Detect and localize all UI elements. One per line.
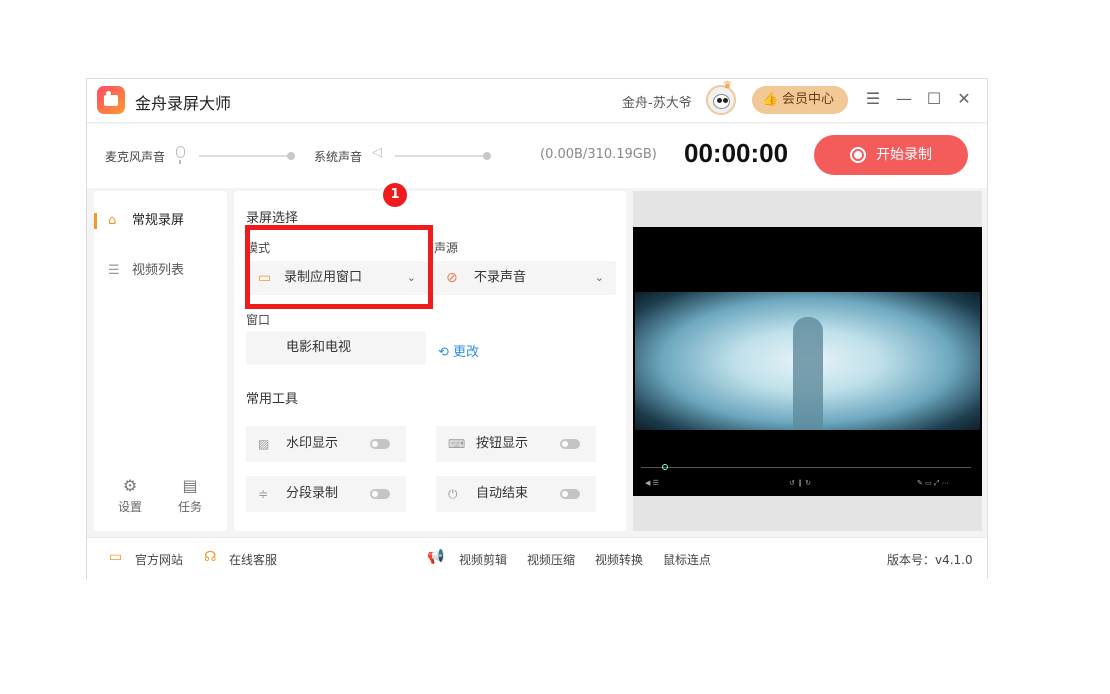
watermark-icon: ▨ [258, 437, 270, 451]
storage-info: (0.00B/310.19GB) [540, 147, 657, 162]
megaphone-icon: 📢 [427, 549, 445, 565]
mic-volume-slider[interactable] [199, 155, 291, 157]
settings-label: 设置 [117, 500, 142, 514]
window-label: 窗口 [246, 313, 271, 327]
tasks-button[interactable]: ▤ 任务 [170, 476, 210, 515]
minimize-button[interactable]: — [894, 89, 914, 109]
system-volume-label: 系统声音 [314, 150, 363, 164]
headset-icon: ☊ [204, 549, 217, 565]
audio-source-select[interactable]: ⊘ 不录声音 ⌄ [434, 261, 616, 295]
tool-auto-stop[interactable]: ⏻ 自动结束 [436, 476, 596, 512]
audio-source-label: 声源 [434, 241, 459, 255]
sidebar-item-label: 常规录屏 [132, 213, 185, 228]
vip-center-button[interactable]: 👍 会员中心 [752, 86, 848, 114]
close-button[interactable]: ✕ [954, 89, 974, 109]
footer-link-video-convert[interactable]: 视频转换 [595, 551, 643, 568]
tool-segment-record[interactable]: ≑ 分段录制 [246, 476, 406, 512]
vip-center-label: 会员中心 [782, 92, 835, 107]
change-label: 更改 [453, 345, 480, 360]
video-preview[interactable]: ◀ ☰ ↺ ❙ ↻ ✎ ▭ ⤢ ⋯ [633, 227, 982, 496]
record-timer: 00:00:00 [684, 138, 789, 168]
speaker-icon[interactable]: ◁ [372, 146, 386, 160]
crown-icon: ♛ [723, 80, 732, 91]
system-volume-handle[interactable] [483, 152, 491, 160]
list-icon: ☰ [108, 263, 120, 278]
video-progress-bar[interactable] [641, 467, 971, 468]
segment-icon: ≑ [258, 487, 269, 501]
video-frame-image [635, 292, 980, 430]
gear-icon: ⚙ [122, 476, 138, 495]
thumbs-up-icon: 👍 [762, 92, 779, 107]
sidebar: ⌂ 常规录屏 ☰ 视频列表 ⚙ 设置 ▤ 任务 [94, 191, 227, 531]
app-title: 金舟录屏大师 [135, 94, 232, 113]
avatar-eye [717, 98, 722, 103]
avatar-eye [723, 98, 728, 103]
section-title-tools: 常用工具 [246, 392, 299, 407]
footer-bar: ▭ 官方网站 ☊ 在线客服 📢 视频剪辑 视频压缩 视频转换 鼠标连点 版本号：… [87, 537, 987, 579]
refresh-icon: ⟲ [438, 345, 449, 360]
system-volume-slider[interactable] [395, 155, 487, 157]
sidebar-item-video-list[interactable]: ☰ 视频列表 [94, 253, 227, 289]
camera-icon: ⌂ [108, 213, 117, 228]
change-window-link[interactable]: ⟲ 更改 [438, 341, 479, 360]
keyboard-icon: ⌨ [448, 437, 466, 451]
silhouette-figure [793, 317, 823, 429]
volume-icon[interactable]: ◀ ☰ [645, 479, 659, 487]
record-icon [850, 147, 866, 163]
video-tools-icon[interactable]: ✎ ▭ ⤢ ⋯ [917, 479, 949, 488]
sidebar-item-label: 视频列表 [132, 263, 185, 278]
version-label: 版本号：v4.1.0 [887, 553, 973, 567]
tool-key-display[interactable]: ⌨ 按钮显示 [436, 426, 596, 462]
footer-link-auto-clicker[interactable]: 鼠标连点 [663, 551, 711, 568]
annotation-badge: 1 [383, 183, 407, 207]
maximize-button[interactable]: ☐ [924, 89, 944, 109]
tool-label: 分段录制 [286, 486, 339, 501]
watermark-toggle[interactable] [370, 439, 390, 449]
segment-record-toggle[interactable] [370, 489, 390, 499]
official-website-link[interactable]: 官方网站 [135, 551, 183, 568]
tool-label: 按钮显示 [476, 436, 529, 451]
sidebar-item-normal-record[interactable]: ⌂ 常规录屏 [94, 203, 227, 239]
chevron-down-icon: ⌄ [594, 271, 604, 284]
start-record-button[interactable]: 开始录制 [814, 135, 968, 175]
footer-link-video-compress[interactable]: 视频压缩 [527, 551, 575, 568]
microphone-icon[interactable] [176, 146, 185, 164]
tool-label: 自动结束 [476, 486, 529, 501]
record-toolbar: 麦克风声音 系统声音 ◁ (0.00B/310.19GB) 00:00:00 开… [87, 124, 987, 188]
menu-icon[interactable]: ☰ [863, 89, 883, 109]
tasks-label: 任务 [177, 500, 202, 514]
online-support-link[interactable]: 在线客服 [229, 551, 277, 568]
mic-volume-handle[interactable] [287, 152, 295, 160]
key-display-toggle[interactable] [560, 439, 580, 449]
mic-volume-label: 麦克风声音 [105, 150, 166, 164]
audio-source-value: 不录声音 [474, 270, 527, 285]
tool-label: 水印显示 [286, 436, 339, 451]
clipboard-icon: ▤ [182, 476, 198, 495]
settings-button[interactable]: ⚙ 设置 [110, 476, 150, 515]
footer-link-video-edit[interactable]: 视频剪辑 [459, 551, 507, 568]
power-icon: ⏻ [448, 487, 458, 501]
auto-stop-toggle[interactable] [560, 489, 580, 499]
video-progress-handle[interactable] [662, 464, 668, 470]
section-title-record: 录屏选择 [246, 211, 299, 226]
title-bar: 金舟录屏大师 金舟-苏大爷 ♛ 👍 会员中心 ☰ — ☐ ✕ [87, 79, 987, 123]
tool-watermark[interactable]: ▨ 水印显示 [246, 426, 406, 462]
website-icon: ▭ [109, 549, 123, 565]
playback-controls-icon[interactable]: ↺ ❙ ↻ [789, 479, 811, 487]
window-target[interactable]: 电影和电视 [246, 331, 426, 365]
start-record-label: 开始录制 [876, 147, 932, 163]
annotation-highlight-box [245, 225, 433, 309]
username[interactable]: 金舟-苏大爷 [622, 92, 692, 111]
window-value: 电影和电视 [286, 340, 352, 355]
app-window: 金舟录屏大师 金舟-苏大爷 ♛ 👍 会员中心 ☰ — ☐ ✕ 麦克风声音 系统声… [86, 78, 988, 579]
preview-area: ◀ ☰ ↺ ❙ ↻ ✎ ▭ ⤢ ⋯ [633, 191, 982, 531]
settings-panel: 录屏选择 模式 ▭ 录制应用窗口 ⌄ 声源 ⊘ 不录声音 ⌄ 窗口 电影和电视 … [234, 183, 626, 531]
app-logo-icon [97, 86, 125, 114]
mute-icon: ⊘ [446, 270, 458, 286]
